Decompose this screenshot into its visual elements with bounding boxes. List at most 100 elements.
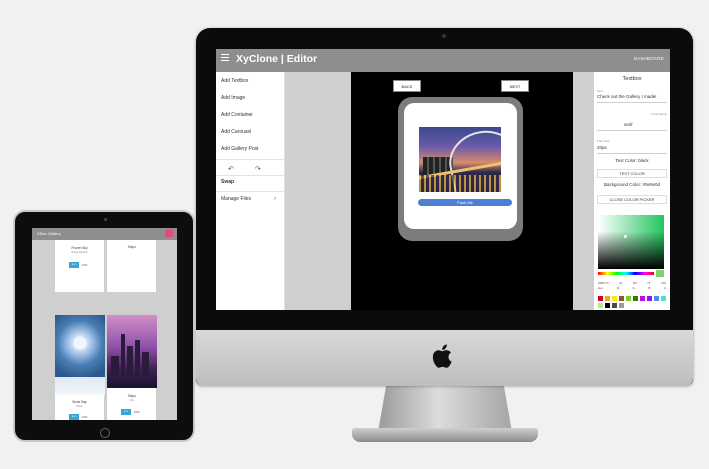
current-color-swatch <box>656 270 664 277</box>
push-me-button[interactable]: Push Me <box>418 199 512 206</box>
dashboard-link[interactable]: DASHBOARD <box>634 56 664 61</box>
color-swatch[interactable] <box>640 296 645 301</box>
color-swatch[interactable] <box>661 296 666 301</box>
color-swatch[interactable] <box>647 296 652 301</box>
editor-title: XyClone | Editor <box>236 53 318 65</box>
card-subtitle: Winter <box>76 405 83 408</box>
add-container-item[interactable]: Add Container <box>221 112 253 118</box>
card-title: Tokyo <box>127 245 136 249</box>
color-swatch[interactable] <box>626 303 631 308</box>
close-color-picker-button[interactable]: CLOSE COLOR PICKER <box>597 195 667 204</box>
color-swatch[interactable] <box>619 303 624 308</box>
gallery-card: Snow Day Winter BUY $199 <box>55 395 104 420</box>
apple-logo-icon <box>432 344 452 368</box>
color-swatch[interactable] <box>605 303 610 308</box>
tablet-header: XDex Gallery <box>32 228 177 240</box>
card-price: $199 <box>82 264 88 267</box>
undo-icon[interactable]: ↶ <box>228 165 234 173</box>
hue-slider[interactable] <box>598 272 654 275</box>
tower-shape <box>142 352 149 376</box>
buy-button[interactable]: BUY <box>69 262 79 268</box>
color-swatch[interactable] <box>605 296 610 301</box>
color-labels-row: Hex R G B A <box>598 286 666 290</box>
background-color-label: Background Color: #0e0e0d <box>603 182 661 187</box>
canvas-gutter <box>285 72 351 310</box>
text-label: Text <box>597 89 603 93</box>
side-divider <box>216 159 285 160</box>
green-value[interactable]: B4 <box>633 281 637 285</box>
tower-shape <box>121 334 125 376</box>
font-size-input[interactable]: 20px <box>597 145 667 150</box>
card-subtitle: Cloudy Weather <box>70 251 89 254</box>
tablet-title: XDex Gallery <box>37 231 61 236</box>
chevron-right-icon: › <box>274 196 276 202</box>
text-input[interactable]: Check out the Gallery I made! <box>597 94 667 99</box>
ipad-device: XDex Gallery Frozen Sky Cloudy Weather B… <box>13 210 195 442</box>
font-size-label: Font Size <box>597 139 610 143</box>
buy-button[interactable]: BUY <box>121 409 131 415</box>
add-gallery-post-item[interactable]: Add Gallery Post <box>221 146 259 152</box>
imac-camera <box>442 34 446 38</box>
side-menu: Add Textbox Add Image Add Container Add … <box>216 72 285 310</box>
card-price: $199 <box>82 416 88 419</box>
color-saturation-area[interactable] <box>598 215 664 269</box>
preview-stage: BACK NEXT Push Me <box>351 72 573 310</box>
gallery-card: Tokyo City BUY $199 <box>107 388 156 420</box>
imac-stand-base <box>352 428 538 442</box>
tower-shape <box>135 340 140 376</box>
blue-label: B <box>648 286 651 290</box>
tablet-screen: XDex Gallery Frozen Sky Cloudy Weather B… <box>32 228 177 420</box>
add-image-item[interactable]: Add Image <box>221 95 245 101</box>
tablet-menu-button[interactable] <box>165 230 173 237</box>
blue-value[interactable]: 71 <box>647 281 650 285</box>
font-size-underline <box>597 153 667 154</box>
bridge-photo[interactable] <box>419 127 501 192</box>
color-swatch[interactable] <box>612 303 617 308</box>
panel-title: Textbox <box>622 76 642 82</box>
add-textbox-item[interactable]: Add Textbox <box>221 78 248 84</box>
city-lights <box>419 175 501 192</box>
ipad-home-button[interactable] <box>100 428 110 438</box>
back-button[interactable]: BACK <box>393 80 421 92</box>
color-swatch[interactable] <box>633 296 638 301</box>
hex-value[interactable]: 66BC71 <box>598 281 609 285</box>
color-swatch[interactable] <box>619 296 624 301</box>
color-swatch[interactable] <box>626 296 631 301</box>
props-gutter <box>573 72 594 310</box>
next-button[interactable]: NEXT <box>501 80 529 92</box>
alpha-label: A <box>663 286 666 290</box>
hamburger-menu-icon[interactable] <box>221 54 229 61</box>
color-swatch[interactable] <box>654 296 659 301</box>
font-family-underline <box>597 130 667 131</box>
color-swatch[interactable] <box>612 296 617 301</box>
city-night-photo[interactable] <box>107 315 157 388</box>
color-swatch[interactable] <box>598 296 603 301</box>
side-divider <box>216 191 285 192</box>
buy-button[interactable]: BUY <box>69 414 79 420</box>
card-subtitle: City <box>129 399 134 402</box>
tower-shape <box>111 356 119 376</box>
scene: XyClone | Editor DASHBOARD Add Textbox A… <box>0 0 709 469</box>
tower-shape <box>127 346 133 376</box>
color-picker-cursor[interactable] <box>624 235 627 238</box>
font-family-label: Font Family <box>651 112 667 116</box>
card-title: Frozen Sky <box>71 246 88 250</box>
alpha-value[interactable]: 100 <box>661 281 666 285</box>
snow-halo-photo[interactable] <box>55 315 105 395</box>
color-swatch[interactable] <box>598 303 603 308</box>
swap-item[interactable]: Swap <box>221 179 234 185</box>
redo-icon[interactable]: ↷ <box>255 165 261 173</box>
text-color-button[interactable]: TEXT COLOR <box>597 169 667 178</box>
card-title: Tokyo <box>127 394 136 398</box>
card-price: $199 <box>134 411 140 414</box>
red-value[interactable]: 01 <box>619 281 622 285</box>
side-divider <box>216 175 285 176</box>
hex-label: Hex <box>598 286 604 290</box>
ipad-camera <box>104 218 107 221</box>
manage-files-item[interactable]: Manage Files <box>221 196 251 202</box>
add-carousel-item[interactable]: Add Carousel <box>221 129 251 135</box>
gallery-card: Frozen Sky Cloudy Weather BUY $199 <box>55 240 104 292</box>
green-label: G <box>632 286 635 290</box>
font-family-select[interactable]: serif <box>624 122 670 127</box>
text-color-label: Text Color: black <box>615 158 649 163</box>
